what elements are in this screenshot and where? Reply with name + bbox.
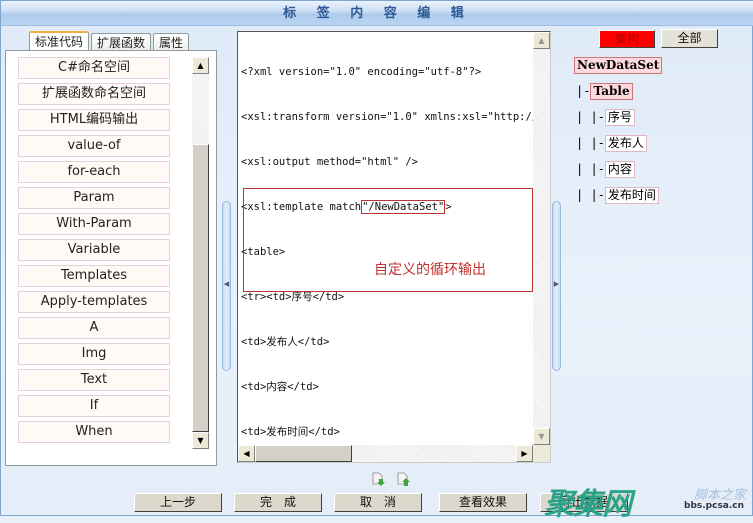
tree-node-root[interactable]: NewDataSet — [574, 57, 662, 74]
left-splitter-handle[interactable]: ◀ — [222, 201, 231, 371]
snippet-button-html-encode[interactable]: HTML编码输出 — [18, 109, 170, 131]
tree-node-label[interactable]: 发布人 — [605, 135, 647, 152]
editor-horizontal-scrollbar[interactable]: ◀ ▶ — [238, 445, 533, 462]
code-editor[interactable]: <?xml version="1.0" encoding="utf-8"?> <… — [237, 31, 551, 463]
tree-node-field[interactable]: | |-内容 — [576, 161, 635, 178]
scroll-up-arrow-icon[interactable]: ▲ — [533, 32, 550, 49]
tree-node-label[interactable]: Table — [590, 83, 632, 100]
cancel-button[interactable]: 取 消 — [334, 493, 422, 512]
structure-view-button[interactable]: 架构 — [599, 30, 655, 48]
snippet-button-templates[interactable]: Templates — [18, 265, 170, 287]
tab-bar: 标准代码 扩展函数 属性 — [29, 31, 189, 51]
snippet-button-param[interactable]: Param — [18, 187, 170, 209]
dialog-title: 标 签 内 容 编 辑 — [283, 1, 472, 26]
tree-node-label[interactable]: 序号 — [605, 109, 635, 126]
tree-node-field[interactable]: | |-发布人 — [576, 135, 647, 152]
code-line: <xsl:output method="html" /> — [241, 155, 533, 170]
snippet-button-if[interactable]: If — [18, 395, 170, 417]
scroll-right-arrow-icon[interactable]: ▶ — [516, 445, 533, 462]
tree-node-label[interactable]: 发布时间 — [605, 187, 659, 204]
code-line: <xsl:transform version="1.0" xmlns:xsl="… — [241, 110, 533, 125]
document-arrow-up-icon[interactable] — [397, 472, 410, 486]
snippet-scrollbar[interactable]: ▲ ▼ — [192, 57, 209, 449]
tree-connector: |- — [576, 84, 590, 98]
scroll-down-arrow-icon[interactable]: ▼ — [192, 432, 209, 449]
snippet-button-img[interactable]: Img — [18, 343, 170, 365]
tree-node-label[interactable]: NewDataSet — [574, 57, 662, 74]
code-line: <tr><td>序号</td> — [241, 290, 533, 305]
scroll-up-arrow-icon[interactable]: ▲ — [192, 57, 209, 74]
tree-connector: | |- — [576, 162, 605, 176]
snippet-panel: C#命名空间 扩展函数命名空间 HTML编码输出 value-of for-ea… — [5, 50, 217, 466]
title-bar: 标 签 内 容 编 辑 — [1, 1, 753, 26]
snippet-button-for-each[interactable]: for-each — [18, 161, 170, 183]
document-arrow-down-icon[interactable] — [372, 472, 385, 486]
tree-node-table[interactable]: |-Table — [576, 83, 633, 100]
snippet-button-a[interactable]: A — [18, 317, 170, 339]
code-line: <td>发布时间</td> — [241, 425, 533, 440]
scrollbar-corner — [533, 445, 550, 462]
collapse-left-arrow-icon: ◀ — [223, 280, 230, 288]
tree-node-label[interactable]: 内容 — [605, 161, 635, 178]
collapse-right-arrow-icon: ▶ — [553, 280, 560, 288]
snippet-button-value-of[interactable]: value-of — [18, 135, 170, 157]
tab-standard-code[interactable]: 标准代码 — [29, 31, 89, 52]
code-line: <td>发布人</td> — [241, 335, 533, 350]
preview-button[interactable]: 查看效果 — [439, 493, 527, 512]
tree-connector: | |- — [576, 136, 605, 150]
tree-connector: | |- — [576, 110, 605, 124]
scrollbar-thumb[interactable] — [255, 445, 352, 462]
export-data-button[interactable]: 导出数据 — [540, 493, 628, 512]
tree-node-field[interactable]: | |-序号 — [576, 109, 635, 126]
snippet-button-with-param[interactable]: With-Param — [18, 213, 170, 235]
code-text[interactable]: <?xml version="1.0" encoding="utf-8"?> <… — [241, 35, 533, 445]
snippet-button-csharp-namespace[interactable]: C#命名空间 — [18, 57, 170, 79]
scroll-down-arrow-icon[interactable]: ▼ — [533, 428, 550, 445]
snippet-button-when[interactable]: When — [18, 421, 170, 443]
watermark-side-text: 脚本之家 — [694, 484, 746, 503]
tree-connector: | |- — [576, 188, 605, 202]
code-line: <?xml version="1.0" encoding="utf-8"?> — [241, 65, 533, 80]
dialog-window: 标 签 内 容 编 辑 标准代码 扩展函数 属性 C#命名空间 扩展函数命名空间… — [0, 0, 753, 516]
snippet-button-ext-namespace[interactable]: 扩展函数命名空间 — [18, 83, 170, 105]
right-splitter-handle[interactable]: ▶ — [552, 201, 561, 371]
loop-annotation: 自定义的循环输出 — [374, 263, 486, 278]
code-line: <td>内容</td> — [241, 380, 533, 395]
scroll-left-arrow-icon[interactable]: ◀ — [238, 445, 255, 462]
editor-vertical-scrollbar[interactable]: ▲ ▼ — [533, 32, 550, 445]
watermark-url: bbs.pcsa.cn — [684, 501, 744, 511]
previous-step-button[interactable]: 上一步 — [134, 493, 222, 512]
snippet-button-list: C#命名空间 扩展函数命名空间 HTML编码输出 value-of for-ea… — [18, 57, 174, 447]
snippet-button-variable[interactable]: Variable — [18, 239, 170, 261]
all-view-button[interactable]: 全部 — [661, 29, 718, 48]
tree-node-field[interactable]: | |-发布时间 — [576, 187, 659, 204]
snippet-button-text[interactable]: Text — [18, 369, 170, 391]
finish-button[interactable]: 完 成 — [234, 493, 322, 512]
snippet-button-apply-templates[interactable]: Apply-templates — [18, 291, 170, 313]
scrollbar-thumb[interactable] — [192, 144, 209, 432]
